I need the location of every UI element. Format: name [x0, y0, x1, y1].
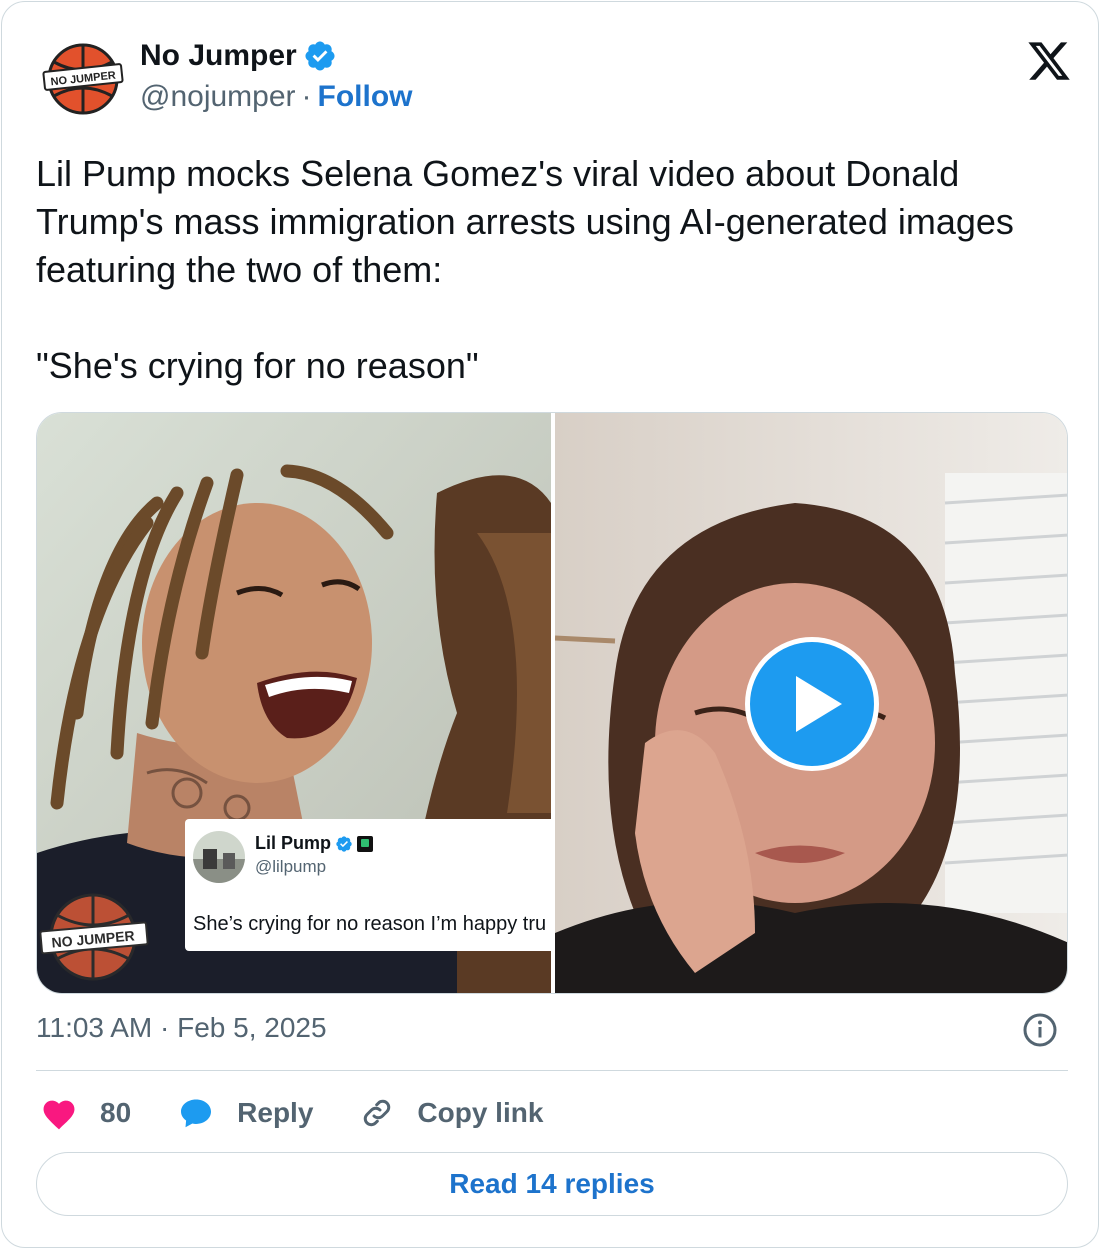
play-button[interactable] [745, 637, 879, 771]
like-button[interactable]: 80 [40, 1096, 131, 1130]
reply-label: Reply [237, 1097, 314, 1128]
reply-button[interactable]: Reply [177, 1095, 313, 1131]
media-video-thumbnail[interactable] [555, 413, 1067, 993]
speech-bubble-icon [181, 1099, 212, 1128]
embedded-verified-icon [336, 835, 352, 852]
like-count: 80 [100, 1097, 132, 1128]
tweet-timestamp[interactable]: 11:03 AM · Feb 5, 2025 [36, 1012, 327, 1044]
action-bar: 80 Reply Copy link [40, 1088, 589, 1138]
tweet-text: Lil Pump mocks Selena Gomez's viral vide… [36, 153, 1014, 386]
tweet-header: NO JUMPER No Jumper @nojumper · Follow [42, 38, 1072, 118]
embedded-post: Lil Pump @lilpump She’s crying for no re… [185, 819, 551, 951]
x-logo-icon[interactable] [1026, 38, 1072, 84]
media-image-left[interactable]: NO JUMPER Lil Pump @lilpump She’s crying… [37, 413, 551, 993]
read-replies-button[interactable]: Read 14 replies [36, 1152, 1068, 1216]
tweet-media[interactable]: NO JUMPER Lil Pump @lilpump She’s crying… [36, 412, 1068, 994]
author-display-name[interactable]: No Jumper [140, 39, 297, 73]
divider [36, 1070, 1068, 1071]
embedded-post-text: She’s crying for no reason I’m happy tru [193, 913, 547, 935]
handle-separator: · [301, 80, 312, 113]
link-icon [364, 1099, 391, 1127]
heart-icon [43, 1100, 75, 1130]
info-icon[interactable] [1022, 1012, 1058, 1048]
embedded-post-avatar [193, 831, 245, 883]
copy-link-button[interactable]: Copy link [359, 1095, 543, 1131]
author-avatar[interactable]: NO JUMPER [42, 38, 124, 120]
copy-link-label: Copy link [417, 1097, 544, 1128]
author-handle[interactable]: @nojumper [140, 80, 296, 114]
embedded-post-handle: @lilpump [255, 857, 327, 876]
verified-badge-icon [305, 41, 335, 71]
tweet-card: NO JUMPER No Jumper @nojumper · Follow L… [1, 1, 1099, 1248]
follow-button[interactable]: Follow [318, 80, 413, 114]
author-info: No Jumper @nojumper · Follow [140, 38, 413, 114]
embedded-affiliate-badge-icon [357, 835, 373, 852]
embedded-post-name: Lil Pump [255, 833, 331, 853]
play-icon [796, 676, 842, 732]
